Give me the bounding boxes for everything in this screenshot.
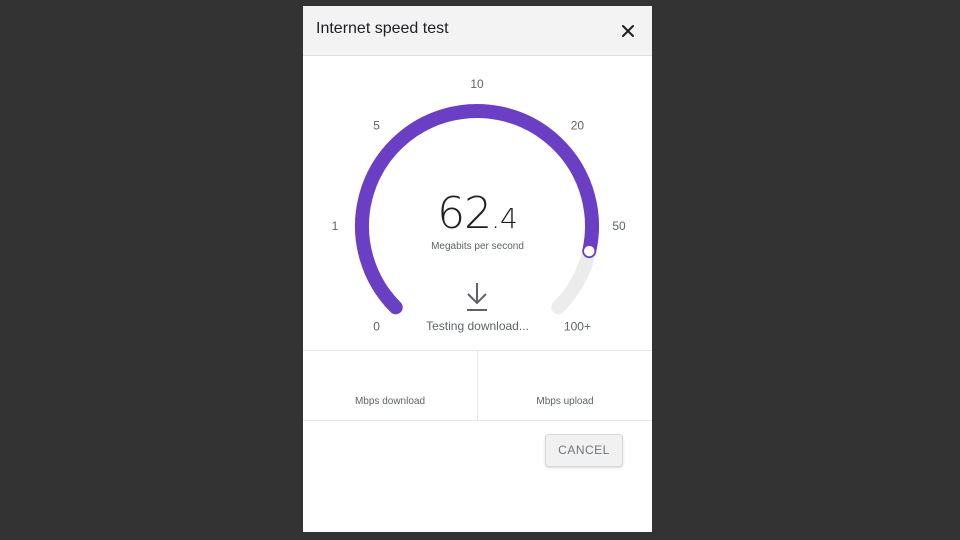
speed-readout: 62.4 [303, 188, 652, 239]
download-result-label: Mbps download [354, 396, 426, 407]
speed-integer: 62 [437, 188, 492, 239]
gauge-tick-label: 10 [470, 77, 484, 91]
gauge-tick-label: 20 [571, 119, 585, 133]
status-text: Testing download... [426, 319, 529, 333]
cancel-button[interactable]: CANCEL [545, 434, 623, 467]
speed-test-dialog: Internet speed test 0 1 5 10 20 50 100+ 62.4 M… [303, 6, 652, 532]
download-result: Mbps download [303, 351, 478, 420]
speed-decimal: .4 [491, 202, 518, 235]
results-panel: Mbps download Mbps upload [303, 350, 652, 421]
upload-result-label: Mbps upload [536, 396, 594, 407]
download-icon [466, 282, 488, 312]
upload-result: Mbps upload [478, 351, 652, 420]
speed-unit-label: Megabits per second [431, 241, 524, 252]
gauge-tick-label: 5 [373, 119, 380, 133]
